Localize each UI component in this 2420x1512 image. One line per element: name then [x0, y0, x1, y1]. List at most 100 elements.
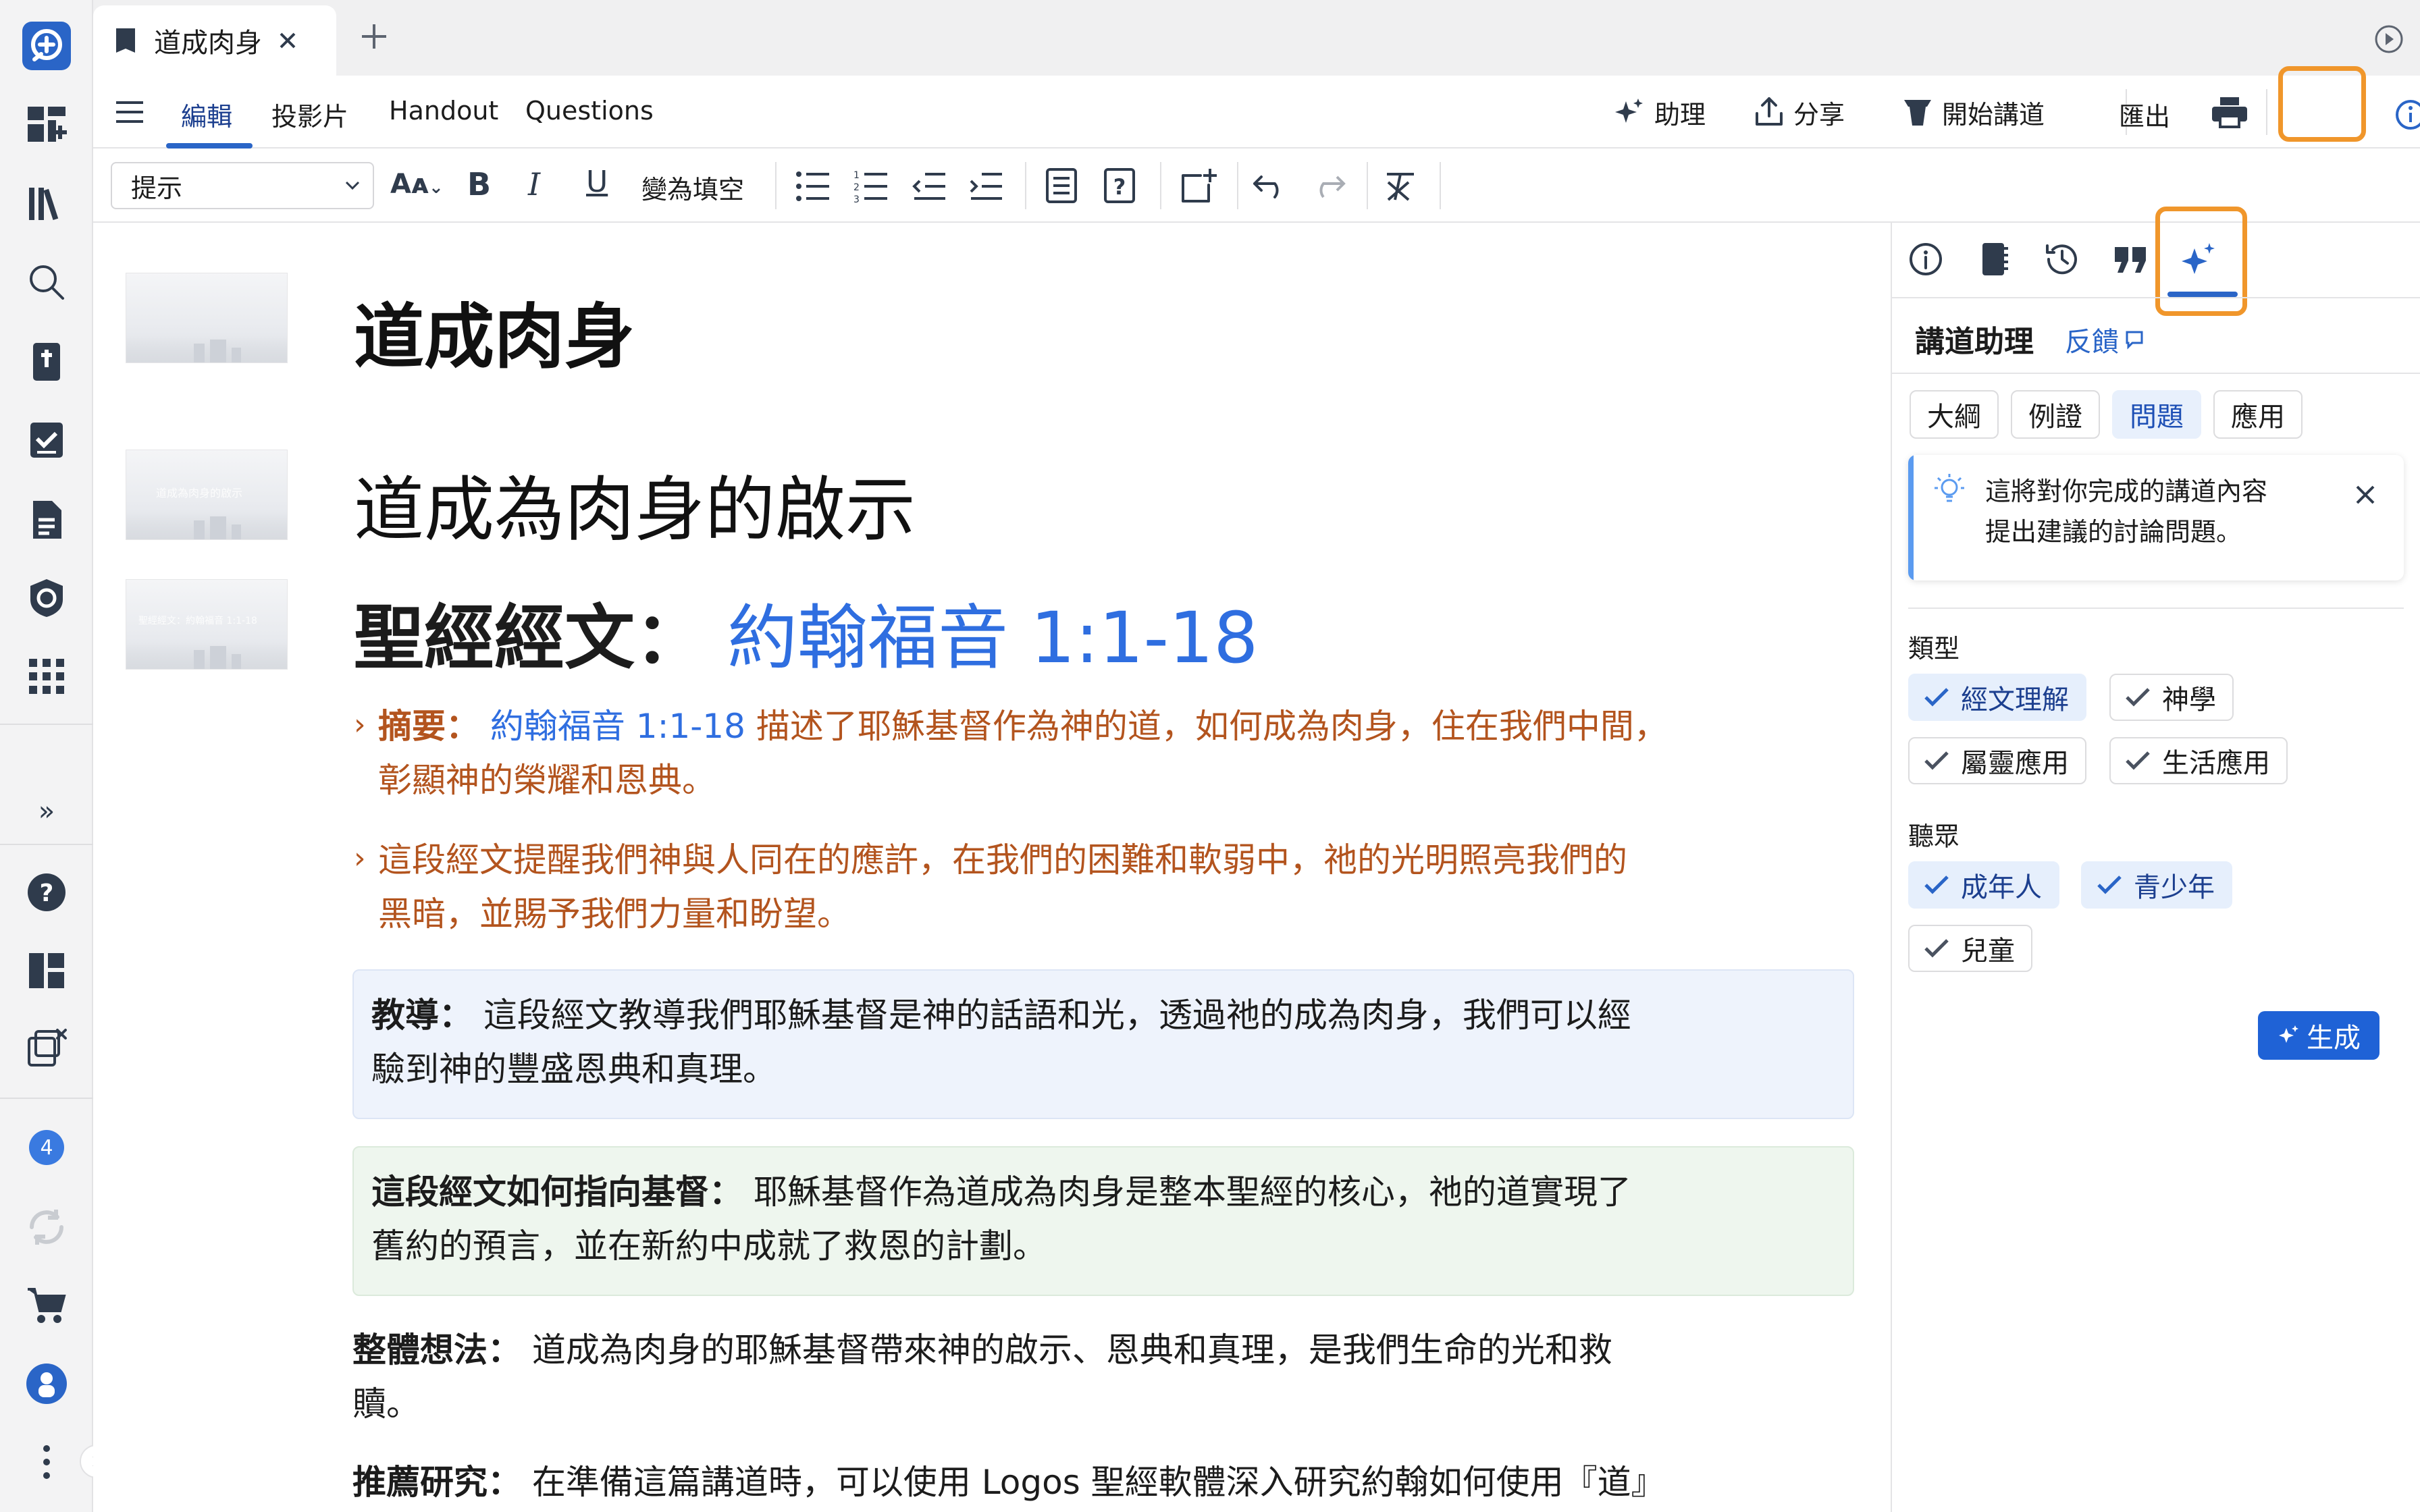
audience-tag-children[interactable]: 兒童 — [1908, 925, 2032, 972]
assistant-button[interactable]: 助理 — [1612, 93, 1706, 131]
question-block-button[interactable]: ? — [1103, 167, 1136, 204]
close-tab-icon[interactable] — [278, 31, 297, 50]
panel-tab-quotes[interactable] — [2112, 240, 2150, 278]
rail-divider — [0, 844, 93, 845]
overall-text-line2: 贖。 — [352, 1384, 420, 1424]
outdent-button[interactable] — [912, 170, 947, 202]
type-tag-text-understanding[interactable]: 經文理解 — [1908, 674, 2086, 721]
share-button[interactable]: 分享 — [1754, 93, 1845, 131]
indent-icon — [970, 173, 1002, 200]
account-icon[interactable] — [20, 1357, 74, 1411]
overall-idea-paragraph[interactable]: 整體想法： 道成為肉身的耶穌基督帶來神的啟示、恩典和真理，是我們生命的光和救 贖… — [352, 1323, 1872, 1431]
assistant-tab-questions[interactable]: 問題 — [2112, 390, 2201, 439]
tab-handout[interactable]: Handout — [389, 96, 498, 126]
help-icon[interactable]: ? — [20, 865, 74, 919]
italic-button[interactable]: I — [528, 166, 540, 202]
bullet-list-icon — [796, 171, 829, 201]
add-slide-icon — [1182, 169, 1217, 202]
audience-tag-youth[interactable]: 青少年 — [2081, 861, 2232, 909]
type-tag-life-application[interactable]: 生活應用 — [2109, 737, 2288, 784]
apps-grid-icon[interactable] — [20, 649, 74, 703]
document-title[interactable]: 道成肉身 — [354, 279, 635, 381]
undo-button[interactable] — [1252, 173, 1290, 200]
panel-menu-button[interactable] — [2374, 24, 2404, 54]
info-button[interactable] — [2394, 99, 2420, 131]
summary-paragraph[interactable]: 摘要： 約翰福音 1:1-18 描述了耶穌基督作為神的道，如何成為肉身，住在我們… — [378, 699, 1931, 807]
scripture-heading[interactable]: 聖經經文： 約翰福音 1:1-18 — [354, 580, 1258, 682]
redo-button[interactable] — [1309, 173, 1346, 200]
tab-questions[interactable]: Questions — [525, 96, 654, 126]
style-select[interactable]: 提示 — [111, 162, 374, 209]
document-tab-title: 道成肉身 — [154, 28, 262, 59]
assistant-tab-outline[interactable]: 大綱 — [1910, 390, 1999, 439]
slide-thumbnail-2[interactable]: 道成為肉身的啟示 — [126, 450, 288, 540]
christ-text-line1: 耶穌基督作為道成為肉身是整本聖經的核心，祂的道實現了 — [753, 1172, 1631, 1212]
menu-button[interactable] — [115, 99, 144, 126]
panel-tab-info[interactable] — [1907, 240, 1945, 278]
reflection-paragraph[interactable]: 這段經文提醒我們神與人同在的應許，在我們的困難和軟弱中，祂的光明照亮我們的 黑暗… — [378, 833, 1931, 941]
christ-connection-block[interactable]: 這段經文如何指向基督： 耶穌基督作為道成為肉身是整本聖經的核心，祂的道實現了 舊… — [352, 1146, 1854, 1296]
slide-heading[interactable]: 道成為肉身的啟示 — [354, 452, 916, 554]
library-icon[interactable] — [20, 177, 74, 231]
clear-format-button[interactable] — [1384, 171, 1419, 202]
generate-button[interactable]: 生成 — [2258, 1011, 2379, 1060]
tab-slides[interactable]: 投影片 — [271, 96, 348, 133]
summary-scripture-link[interactable]: 約翰福音 1:1-18 — [490, 707, 745, 746]
panel-tab-notebook[interactable] — [1974, 240, 2012, 278]
teaching-block[interactable]: 教導： 這段經文教導我們耶穌基督是神的話語和光，透過祂的成為肉身，我們可以經 驗… — [352, 969, 1854, 1119]
bible-icon[interactable] — [20, 335, 74, 389]
numbered-list-button[interactable]: 123 — [853, 169, 889, 204]
search-icon[interactable] — [20, 255, 74, 309]
audience-tag-adults[interactable]: 成年人 — [1908, 861, 2059, 909]
cart-icon[interactable] — [20, 1278, 74, 1332]
fill-blank-button[interactable]: 變為填空 — [641, 169, 744, 206]
type-label: 類型 — [1908, 634, 1960, 664]
type-tag-label: 生活應用 — [2162, 748, 2270, 779]
panel-divider — [1908, 608, 2404, 609]
tip-text-line2: 提出建議的討論問題。 — [1985, 517, 2242, 547]
export-button[interactable]: 匯出 — [2119, 96, 2170, 133]
close-icon — [2356, 485, 2375, 504]
assistant-tab-application[interactable]: 應用 — [2213, 390, 2303, 439]
dashboard-add-icon[interactable] — [20, 97, 74, 151]
dismiss-tip-button[interactable] — [2354, 483, 2377, 506]
editor-canvas[interactable]: 道成為肉身的啟示 聖經經文：約翰福音 1:1-18 道成肉身 道成為肉身的啟示 … — [93, 223, 1891, 1512]
recommended-study-paragraph[interactable]: 推薦研究： 在準備這篇講道時，可以使用 Logos 聖經軟體深入研究約翰如何使用… — [352, 1455, 1905, 1509]
tab-edit[interactable]: 編輯 — [166, 76, 253, 148]
print-button[interactable] — [2211, 96, 2248, 128]
collapse-chevron-icon[interactable]: › — [354, 841, 366, 875]
slide-thumbnail-3[interactable]: 聖經經文：約翰福音 1:1-18 — [126, 579, 288, 670]
bullet-list-button[interactable] — [795, 170, 831, 202]
close-panels-icon[interactable] — [20, 1021, 74, 1075]
bold-button[interactable]: B — [467, 166, 491, 202]
checklist-icon[interactable] — [20, 413, 74, 467]
font-size-button[interactable]: Aᴀ⌄ — [390, 169, 444, 200]
collapse-chevron-icon[interactable]: › — [354, 707, 366, 742]
underline-button[interactable]: U — [586, 165, 608, 199]
layout-icon[interactable] — [20, 944, 74, 998]
expand-rail-icon[interactable]: » — [20, 784, 74, 838]
feedback-link[interactable]: 反饋 — [2065, 320, 2145, 359]
type-tag-spiritual-application[interactable]: 屬靈應用 — [1908, 737, 2086, 784]
add-slide-button[interactable] — [1180, 167, 1218, 204]
handout-block-button[interactable] — [1045, 167, 1078, 204]
more-vertical-icon[interactable] — [20, 1435, 74, 1489]
info-icon — [1910, 243, 1942, 275]
notifications-badge[interactable]: 4 — [20, 1120, 74, 1174]
panel-tab-history[interactable] — [2043, 240, 2081, 278]
assistant-tab-illustrations[interactable]: 例證 — [2011, 390, 2100, 439]
slide-thumbnail-1[interactable] — [126, 273, 288, 363]
document-tab[interactable]: 道成肉身 — [93, 5, 336, 76]
svg-text:2: 2 — [853, 182, 860, 193]
document-icon[interactable] — [20, 493, 74, 547]
slide-thumbnail-caption: 道成為肉身的啟示 — [156, 487, 243, 500]
type-tag-theology[interactable]: 神學 — [2109, 674, 2234, 721]
indent-button[interactable] — [968, 170, 1003, 202]
sync-icon[interactable] — [20, 1200, 74, 1254]
start-preaching-button[interactable]: 開始講道 — [1903, 93, 2045, 131]
atlas-icon[interactable] — [20, 571, 74, 625]
new-tab-button[interactable] — [358, 20, 390, 53]
toolbar-divider — [1367, 162, 1368, 209]
logos-logo-icon[interactable] — [20, 19, 74, 73]
scripture-link[interactable]: 約翰福音 1:1-18 — [727, 597, 1258, 679]
